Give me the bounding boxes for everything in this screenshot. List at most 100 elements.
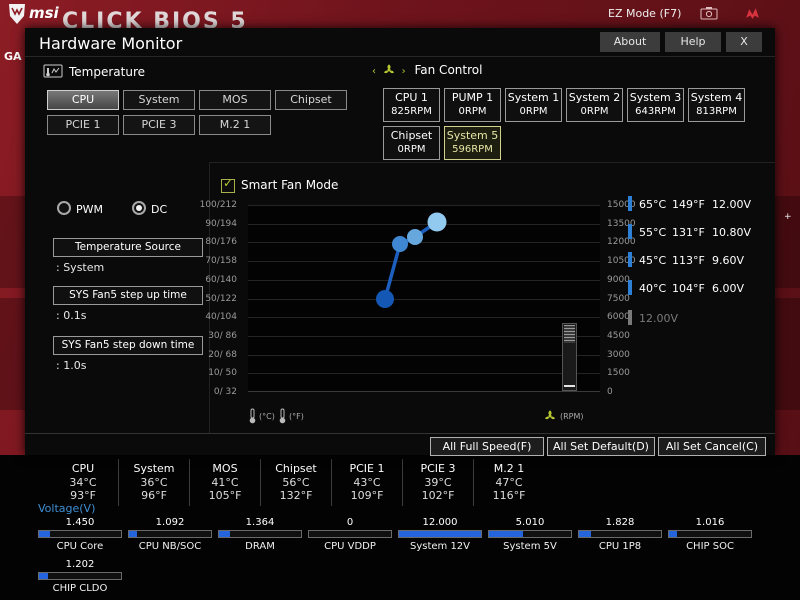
- edge-decoration: [775, 196, 800, 288]
- voltage-bar: [218, 530, 302, 538]
- fan-curve-point-2[interactable]: [392, 236, 408, 252]
- bios-title: CLICK BIOS 5: [62, 9, 248, 28]
- voltage-bar: [488, 530, 572, 538]
- chevron-left-icon[interactable]: ‹: [372, 66, 376, 77]
- fan-icon: [383, 64, 394, 74]
- fan-button-system2[interactable]: System 2 0RPM: [566, 88, 623, 122]
- all-set-cancel-button[interactable]: All Set Cancel(C): [658, 437, 766, 456]
- thermometer-celsius-icon: [249, 408, 256, 424]
- pwm-radio[interactable]: [57, 201, 71, 215]
- voltage-bar: [308, 530, 392, 538]
- dc-radio[interactable]: [132, 201, 147, 215]
- edge-decoration: [0, 196, 25, 288]
- msi-logo-icon: [9, 4, 25, 24]
- smart-fan-checkbox[interactable]: ✓: [221, 176, 235, 193]
- fan-point-row: 55°C 131°F 10.80V: [628, 224, 770, 242]
- fan-curve-point-1[interactable]: [376, 290, 394, 308]
- fan-speed-slider[interactable]: [562, 323, 577, 391]
- temp-cell-system: System 36°C 96°F: [118, 459, 189, 506]
- temperature-axis-ticks: 100/212 90/194 80/176 70/158 60/140 50/1…: [199, 200, 237, 397]
- fan-button-system4[interactable]: System 4 813RPM: [688, 88, 745, 122]
- fan-button-system1[interactable]: System 1 0RPM: [505, 88, 562, 122]
- voltage-item-cpu-core: 1.450 CPU Core: [38, 516, 122, 553]
- fan-point-row: 40°C 104°F 6.00V: [628, 280, 770, 298]
- voltage-bar: [38, 572, 122, 580]
- edge-decoration: [0, 298, 25, 410]
- fan-point-row: 65°C 149°F 12.00V: [628, 196, 770, 214]
- voltage-item-cpu-1p8: 1.828 CPU 1P8: [578, 516, 662, 553]
- temp-cell-chipset: Chipset 56°C 132°F: [260, 459, 331, 506]
- fahrenheit-unit-label: (°F): [289, 412, 304, 421]
- fan-button-chipset[interactable]: Chipset 0RPM: [383, 126, 440, 160]
- close-button[interactable]: X: [726, 32, 762, 52]
- fan-curve: [376, 212, 447, 308]
- level-bar-icon: [628, 252, 632, 267]
- about-button[interactable]: About: [600, 32, 660, 52]
- action-divider: [25, 433, 775, 434]
- all-full-speed-button[interactable]: All Full Speed(F): [430, 437, 544, 456]
- mode-radio-group: PWM DC: [57, 201, 167, 216]
- pwm-label: PWM: [76, 203, 104, 216]
- temp-tab-chipset[interactable]: Chipset: [275, 90, 347, 110]
- step-up-time-value: : 0.1s: [56, 309, 87, 322]
- dragon-icon[interactable]: [744, 5, 761, 22]
- edge-text: GA: [4, 50, 22, 63]
- temp-tab-system[interactable]: System: [123, 90, 195, 110]
- step-down-time-value: : 1.0s: [56, 359, 87, 372]
- temperature-status-table: CPU 34°C 93°F System 36°C 96°F MOS 41°C …: [48, 459, 544, 506]
- temp-cell-m2-1: M.2 1 47°C 116°F: [473, 459, 544, 506]
- temp-tab-mos[interactable]: MOS: [199, 90, 271, 110]
- voltage-item-cpu-vddp: 0 CPU VDDP: [308, 516, 392, 553]
- voltage-item-cpu-nb-soc: 1.092 CPU NB/SOC: [128, 516, 212, 553]
- temperature-icon: [43, 64, 63, 78]
- slider-mark: [564, 385, 575, 387]
- step-down-time-button[interactable]: SYS Fan5 step down time: [53, 336, 203, 355]
- edge-decoration: [775, 298, 800, 410]
- help-button[interactable]: Help: [665, 32, 721, 52]
- ez-mode-button[interactable]: EZ Mode (F7): [608, 7, 681, 20]
- level-bar-icon: [628, 280, 632, 295]
- temp-cell-pcie1: PCIE 1 43°C 109°F: [331, 459, 402, 506]
- level-bar-icon: [628, 224, 632, 239]
- fan-button-cpu1[interactable]: CPU 1 825RPM: [383, 88, 440, 122]
- fan-button-system5[interactable]: System 5 596RPM: [444, 126, 501, 160]
- axis-legend: (°C) (°F) (RPM): [25, 408, 775, 426]
- chevron-right-icon[interactable]: ›: [402, 66, 406, 77]
- temperature-tabs: CPU System MOS Chipset PCIE 1 PCIE 3 M.2…: [47, 90, 359, 140]
- screen: msi CLICK BIOS 5 EZ Mode (F7) GA + CPU 3…: [0, 0, 800, 600]
- screenshot-icon[interactable]: [700, 6, 718, 20]
- smart-fan-label: Smart Fan Mode: [241, 178, 339, 192]
- fan-rpm-icon: [545, 410, 555, 420]
- temp-tab-cpu[interactable]: CPU: [47, 90, 119, 110]
- status-panel: CPU 34°C 93°F System 36°C 96°F MOS 41°C …: [0, 455, 800, 600]
- voltage-item-dram: 1.364 DRAM: [218, 516, 302, 553]
- fan-curve-point-4[interactable]: [427, 212, 447, 232]
- all-set-default-button[interactable]: All Set Default(D): [547, 437, 655, 456]
- level-bar-icon: [628, 196, 632, 211]
- fan-button-system3[interactable]: System 3 643RPM: [627, 88, 684, 122]
- voltage-item-chip-cldo: 1.202 CHIP CLDO: [38, 558, 122, 595]
- temperature-source-button[interactable]: Temperature Source: [53, 238, 203, 257]
- check-icon: ✓: [223, 176, 234, 190]
- fan-point-row-disabled: 12.00V: [628, 310, 770, 328]
- fan-control-label: Fan Control: [414, 63, 483, 77]
- temp-tab-pcie3[interactable]: PCIE 3: [123, 115, 195, 135]
- rpm-unit-label: (RPM): [560, 412, 584, 421]
- temp-tab-m2-1[interactable]: M.2 1: [199, 115, 271, 135]
- voltage-row-2: 1.202 CHIP CLDO: [38, 558, 128, 595]
- fan-button-pump1[interactable]: PUMP 1 0RPM: [444, 88, 501, 122]
- top-bar: msi CLICK BIOS 5 EZ Mode (F7): [0, 0, 800, 28]
- fan-curve-point-3[interactable]: [407, 229, 423, 245]
- fan-curve-chart: [248, 205, 600, 392]
- fan-point-values: 65°C 149°F 12.00V 55°C 131°F 10.80V 45°C 113°…: [628, 196, 770, 338]
- hardware-monitor-window: Hardware Monitor About Help X Temperatur…: [25, 28, 775, 456]
- voltage-section-label: Voltage(V): [38, 502, 96, 515]
- voltage-bar: [668, 530, 752, 538]
- step-up-time-button[interactable]: SYS Fan5 step up time: [53, 286, 203, 305]
- edge-plus-icon: +: [784, 212, 792, 222]
- slider-handle[interactable]: [564, 325, 575, 343]
- voltage-row-1: 1.450 CPU Core 1.092 CPU NB/SOC 1.364 DR…: [38, 516, 758, 553]
- window-title: Hardware Monitor: [39, 34, 183, 53]
- main-divider-horizontal: [209, 162, 775, 163]
- temp-tab-pcie1[interactable]: PCIE 1: [47, 115, 119, 135]
